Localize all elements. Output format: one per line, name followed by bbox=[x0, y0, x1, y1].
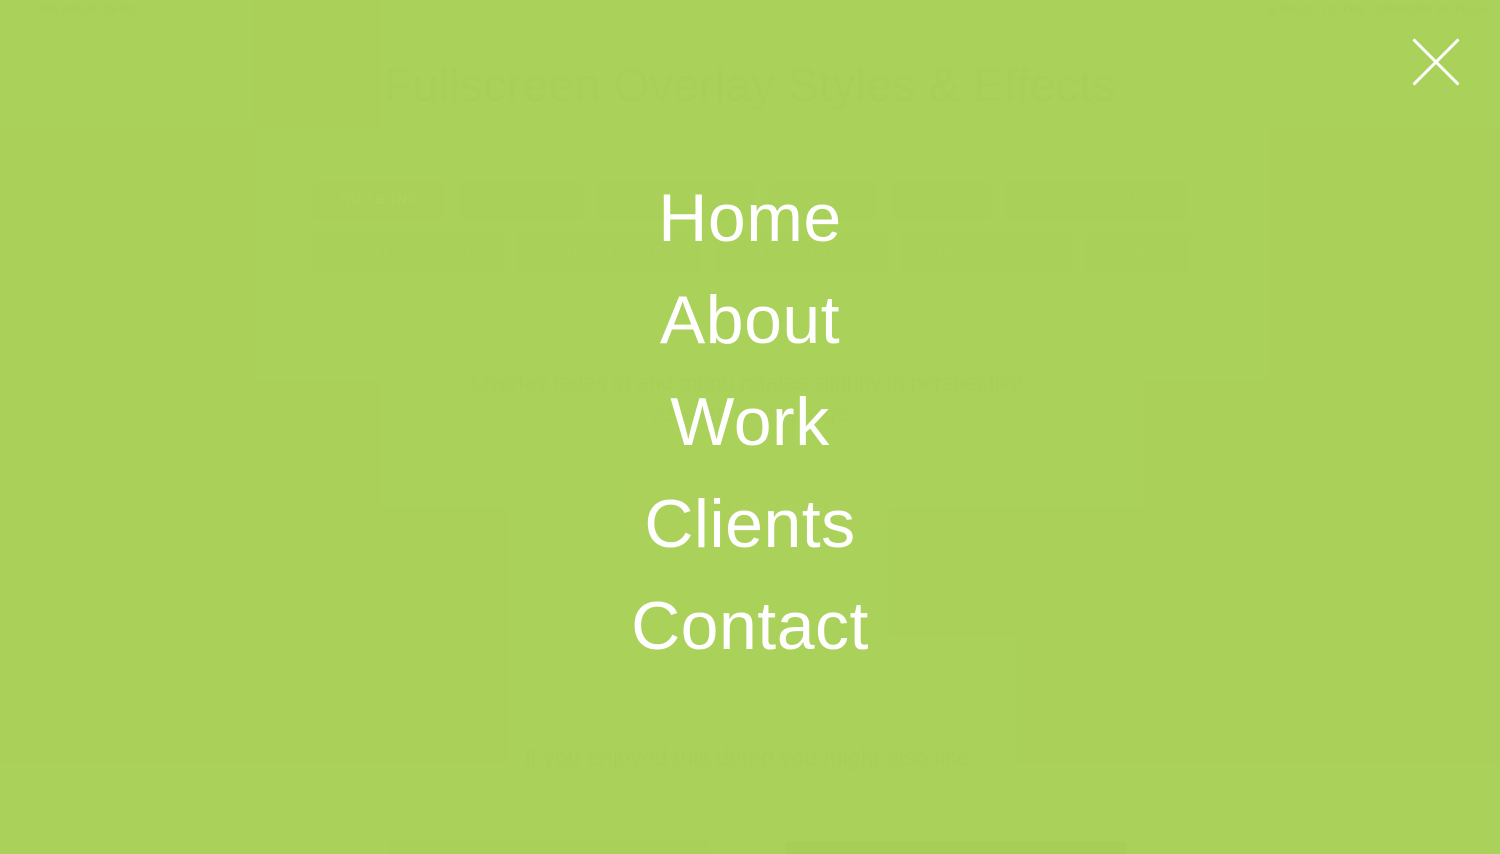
overlay-navigation: Home About Work Clients Contact bbox=[0, 167, 1500, 677]
close-overlay-button[interactable] bbox=[1402, 28, 1470, 96]
overlay-menu-item: Work bbox=[0, 371, 1500, 473]
overlay-menu-link-contact[interactable]: Contact bbox=[631, 575, 869, 677]
overlay-menu-item: Clients bbox=[0, 473, 1500, 575]
overlay-menu-item: Contact bbox=[0, 575, 1500, 677]
overlay-menu-item: Home bbox=[0, 167, 1500, 269]
overlay-menu-link-home[interactable]: Home bbox=[658, 167, 841, 269]
fullscreen-overlay: Home About Work Clients Contact bbox=[0, 0, 1500, 854]
overlay-menu-list: Home About Work Clients Contact bbox=[0, 167, 1500, 677]
overlay-menu-item: About bbox=[0, 269, 1500, 371]
overlay-menu-link-clients[interactable]: Clients bbox=[644, 473, 855, 575]
overlay-menu-link-about[interactable]: About bbox=[660, 269, 840, 371]
overlay-menu-link-work[interactable]: Work bbox=[670, 371, 829, 473]
